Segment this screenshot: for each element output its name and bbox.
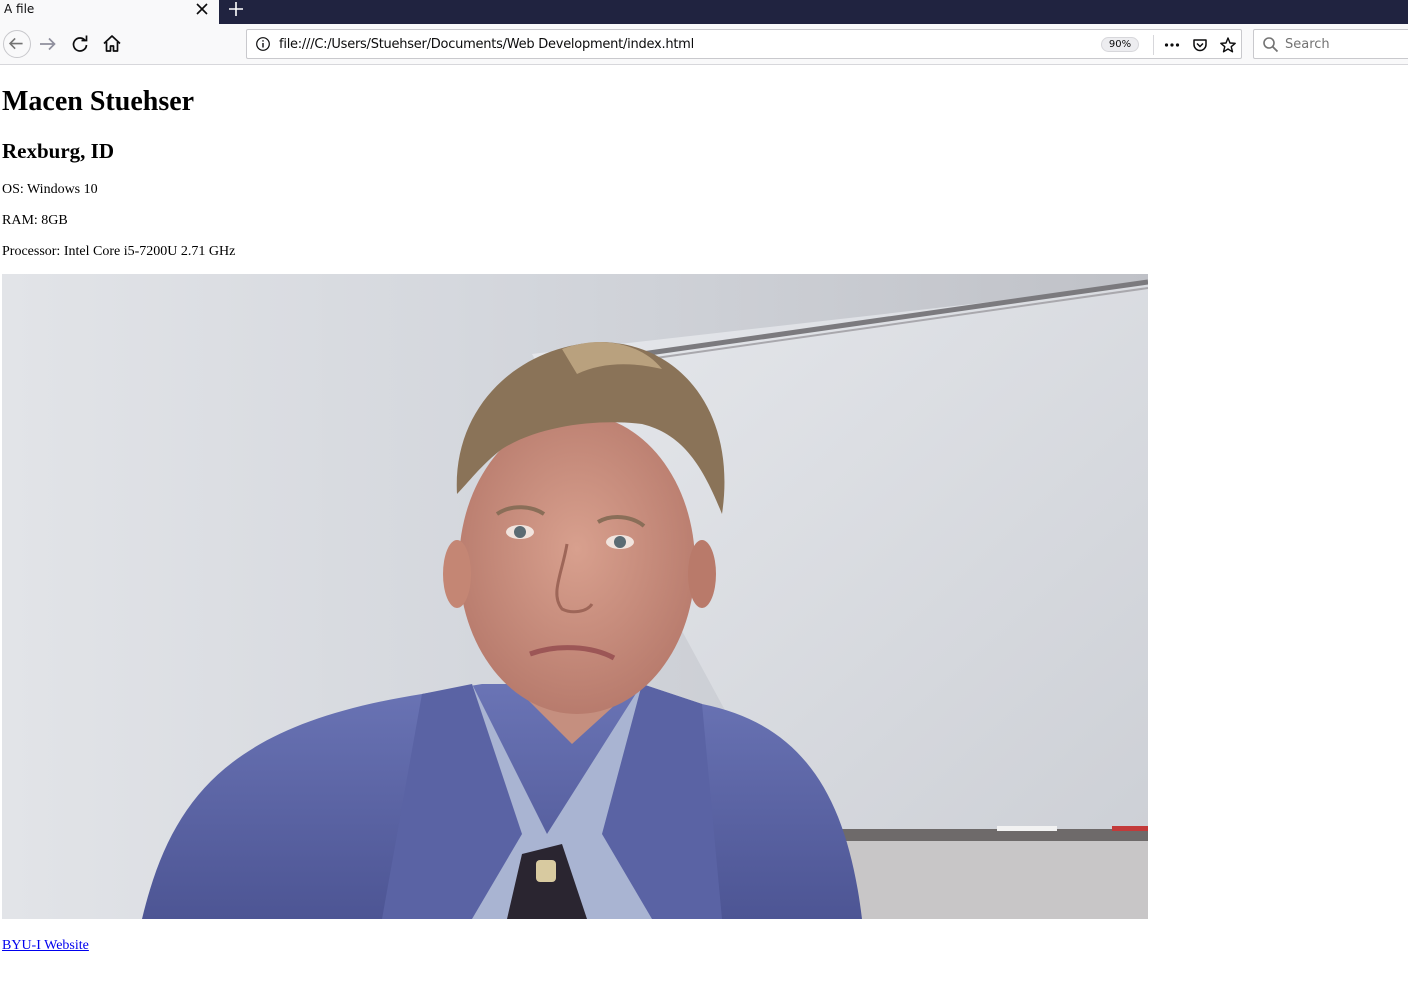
os-spec: OS: Windows 10 bbox=[2, 182, 98, 197]
forward-arrow-icon[interactable] bbox=[36, 32, 60, 56]
url-text[interactable]: file:///C:/Users/Stuehser/Documents/Web … bbox=[279, 37, 694, 53]
search-icon bbox=[1263, 37, 1279, 53]
page-title: Macen Stuehser bbox=[2, 86, 195, 117]
back-button[interactable] bbox=[3, 30, 31, 58]
back-arrow-icon bbox=[8, 37, 23, 50]
address-bar-divider bbox=[1153, 35, 1154, 55]
ram-spec: RAM: 8GB bbox=[2, 213, 68, 228]
more-horizontal-icon[interactable] bbox=[1163, 36, 1181, 54]
location-heading: Rexburg, ID bbox=[2, 139, 115, 163]
byui-website-link[interactable]: BYU-I Website bbox=[2, 938, 89, 954]
plus-icon[interactable] bbox=[227, 0, 245, 18]
profile-photo bbox=[2, 274, 1148, 919]
navigation-toolbar: file:///C:/Users/Stuehser/Documents/Web … bbox=[0, 24, 1408, 65]
zoom-indicator[interactable]: 90% bbox=[1101, 37, 1139, 52]
info-icon[interactable] bbox=[255, 36, 271, 52]
close-icon[interactable] bbox=[194, 1, 210, 17]
search-placeholder: Search bbox=[1285, 37, 1330, 52]
search-bar[interactable]: Search bbox=[1253, 29, 1408, 59]
address-bar[interactable]: file:///C:/Users/Stuehser/Documents/Web … bbox=[246, 29, 1242, 59]
star-icon[interactable] bbox=[1219, 36, 1237, 54]
tab-active[interactable]: A file bbox=[0, 0, 219, 24]
reload-icon[interactable] bbox=[68, 32, 92, 56]
home-icon[interactable] bbox=[100, 32, 124, 56]
pocket-icon[interactable] bbox=[1191, 36, 1209, 54]
tab-title: A file bbox=[4, 2, 35, 16]
processor-spec: Processor: Intel Core i5-7200U 2.71 GHz bbox=[2, 244, 236, 259]
tab-strip: A file bbox=[0, 0, 1408, 24]
